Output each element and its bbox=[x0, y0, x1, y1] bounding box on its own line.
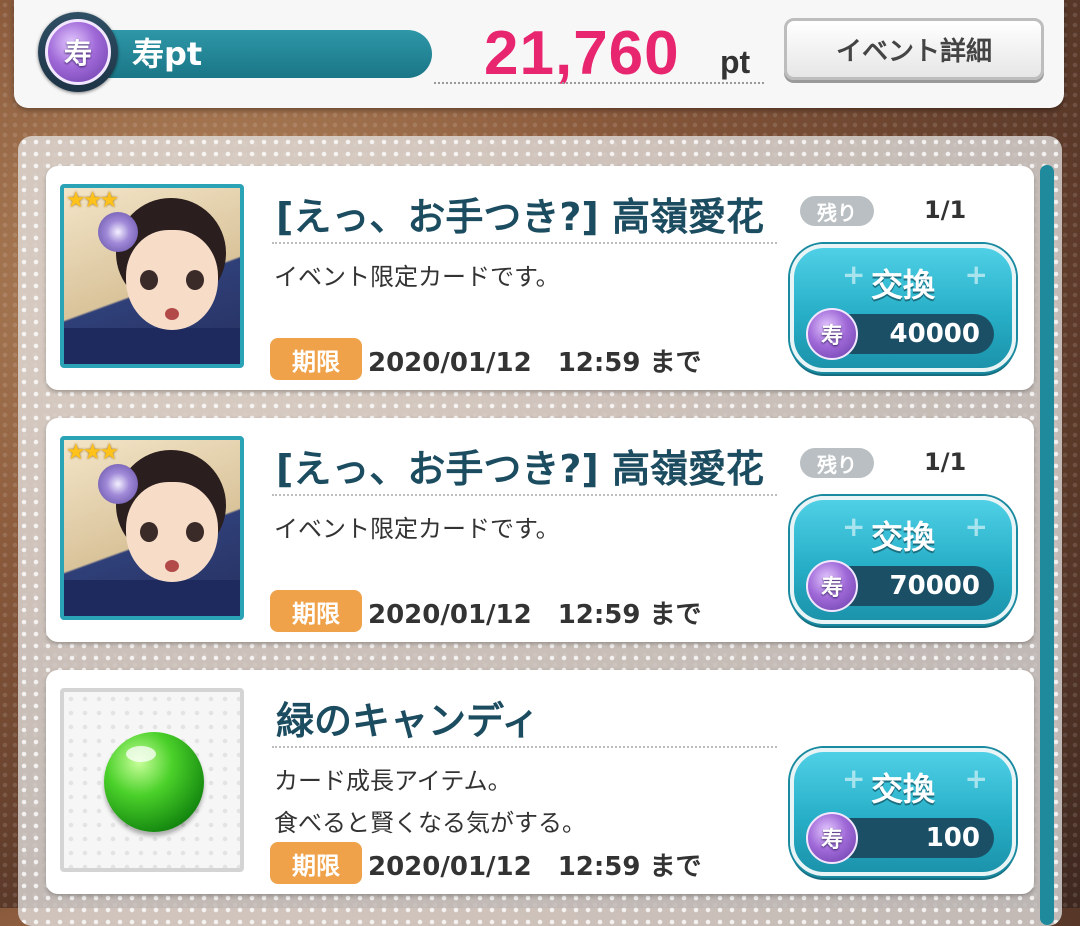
item-description: イベント限定カードです。 bbox=[274, 515, 560, 543]
remaining-badge: 残り bbox=[800, 196, 874, 226]
item-thumbnail[interactable] bbox=[60, 688, 244, 872]
points-header: 寿pt 寿 21,760 pt イベント詳細 bbox=[14, 0, 1064, 108]
kotobuki-coin-icon: 寿 bbox=[806, 812, 858, 864]
divider bbox=[272, 494, 777, 496]
list-item: ★★★ [えっ、お手つき?] 高嶺愛花 残り 1/1 イベント限定カードです。 … bbox=[46, 418, 1034, 642]
currency-label: 寿pt bbox=[106, 30, 432, 78]
item-title: [えっ、お手つき?] 高嶺愛花 bbox=[276, 195, 765, 239]
list-item: 緑のキャンディ カード成長アイテム。 食べると賢くなる気がする。 期限 2020… bbox=[46, 670, 1034, 894]
eye-right bbox=[186, 270, 204, 290]
hair-flower bbox=[98, 212, 138, 252]
candy-shine bbox=[126, 746, 156, 762]
kimono-shape bbox=[64, 580, 240, 616]
remaining-value: 1/1 bbox=[924, 196, 967, 224]
kotobuki-coin-icon: 寿 bbox=[806, 560, 858, 612]
item-description: イベント限定カードです。 bbox=[274, 263, 560, 291]
divider bbox=[272, 242, 777, 244]
exchange-label: 交換 bbox=[870, 518, 935, 556]
eye-left bbox=[140, 270, 158, 290]
points-value: 21,760 bbox=[484, 19, 680, 88]
list-item: ★★★ [えっ、お手つき?] 高嶺愛花 残り 1/1 イベント限定カードです。 … bbox=[46, 166, 1034, 390]
remaining-badge: 残り bbox=[800, 448, 874, 478]
divider bbox=[272, 746, 777, 748]
mouth bbox=[165, 560, 179, 572]
points-unit: pt bbox=[720, 44, 751, 80]
exchange-button[interactable]: + + 交換 40000 寿 bbox=[790, 244, 1016, 372]
scrollbar[interactable] bbox=[1040, 165, 1054, 925]
deadline-badge: 期限 bbox=[270, 842, 362, 884]
description-line: カード成長アイテム。 bbox=[274, 767, 512, 795]
remaining-value: 1/1 bbox=[924, 448, 967, 476]
hair-flower bbox=[98, 464, 138, 504]
rarity-stars-icon: ★★★ bbox=[66, 188, 119, 213]
exchange-label: 交換 bbox=[870, 770, 935, 808]
deadline-text: 2020/01/12 12:59 まで bbox=[368, 348, 702, 378]
deadline-text: 2020/01/12 12:59 まで bbox=[368, 852, 702, 882]
card-thumbnail[interactable]: ★★★ bbox=[60, 184, 244, 368]
mouth bbox=[165, 308, 179, 320]
eye-right bbox=[186, 522, 204, 542]
item-title: 緑のキャンディ bbox=[276, 699, 540, 743]
deadline-text: 2020/01/12 12:59 まで bbox=[368, 600, 702, 630]
item-description: カード成長アイテム。 食べると賢くなる気がする。 bbox=[274, 760, 586, 844]
rarity-stars-icon: ★★★ bbox=[66, 440, 119, 465]
kotobuki-coin-icon: 寿 bbox=[45, 19, 111, 85]
currency-badge: 寿 bbox=[38, 12, 118, 92]
exchange-button[interactable]: + + 交換 70000 寿 bbox=[790, 496, 1016, 624]
exchange-label: 交換 bbox=[870, 266, 935, 304]
event-detail-button[interactable]: イベント詳細 bbox=[784, 18, 1044, 80]
eye-left bbox=[140, 522, 158, 542]
card-thumbnail[interactable]: ★★★ bbox=[60, 436, 244, 620]
item-title: [えっ、お手つき?] 高嶺愛花 bbox=[276, 447, 765, 491]
deadline-badge: 期限 bbox=[270, 338, 362, 380]
description-line: 食べると賢くなる気がする。 bbox=[274, 809, 586, 837]
green-candy-icon bbox=[104, 732, 204, 832]
points-underline bbox=[434, 82, 764, 84]
exchange-button[interactable]: + + 交換 100 寿 bbox=[790, 748, 1016, 876]
kimono-shape bbox=[64, 328, 240, 364]
deadline-badge: 期限 bbox=[270, 590, 362, 632]
kotobuki-coin-icon: 寿 bbox=[806, 308, 858, 360]
